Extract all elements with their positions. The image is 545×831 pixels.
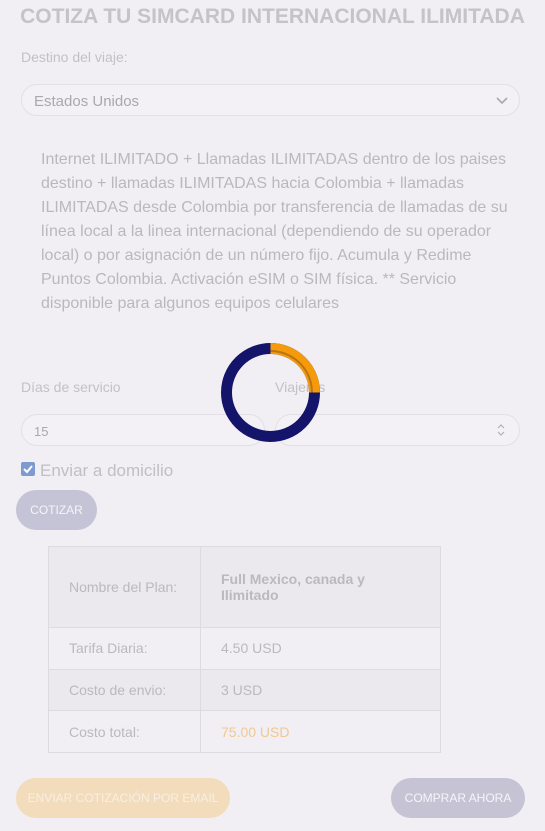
chevron-down-icon: [496, 97, 508, 105]
summary-value: 3 USD: [200, 668, 441, 712]
table-row: Tarifa Diaria: 4.50 USD: [48, 626, 441, 670]
quote-summary-table: Nombre del Plan: Full Mexico, canada y I…: [48, 546, 441, 753]
summary-label: Costo total:: [48, 710, 201, 753]
table-row: Costo total: 75.00 USD: [48, 710, 441, 753]
summary-label: Nombre del Plan:: [48, 546, 201, 628]
checkmark-icon: [23, 465, 33, 474]
dias-input-value: 15: [34, 424, 49, 439]
cotizar-button[interactable]: COTIZAR: [16, 490, 97, 530]
summary-value-total: 75.00 USD: [200, 710, 441, 753]
plan-description: Internet ILIMITADO + Llamadas ILIMITADAS…: [41, 151, 508, 312]
loading-spinner-icon: [221, 343, 320, 442]
summary-value: Full Mexico, canada y Ilimitado: [200, 546, 441, 628]
table-row: Nombre del Plan: Full Mexico, canada y I…: [48, 546, 441, 628]
destino-select[interactable]: Estados Unidos: [21, 84, 520, 116]
envio-checkbox-label[interactable]: Enviar a domicilio: [40, 461, 173, 481]
dias-label: Días de servicio: [21, 379, 121, 395]
table-row: Costo de envio: 3 USD: [48, 668, 441, 712]
destino-select-value: Estados Unidos: [34, 93, 140, 110]
send-email-button[interactable]: ENVIAR COTIZACIÓN POR EMAIL: [16, 778, 230, 818]
summary-value: 4.50 USD: [200, 626, 441, 670]
destino-label: Destino del viaje:: [21, 49, 128, 65]
summary-label: Tarifa Diaria:: [48, 626, 201, 670]
buy-now-button[interactable]: COMPRAR AHORA: [391, 778, 525, 818]
summary-label: Costo de envio:: [48, 668, 201, 712]
spinner-arrows-icon[interactable]: [495, 422, 507, 438]
envio-checkbox[interactable]: [21, 462, 35, 476]
page-title: COTIZA TU SIMCARD INTERNACIONAL ILIMITAD…: [20, 5, 525, 28]
